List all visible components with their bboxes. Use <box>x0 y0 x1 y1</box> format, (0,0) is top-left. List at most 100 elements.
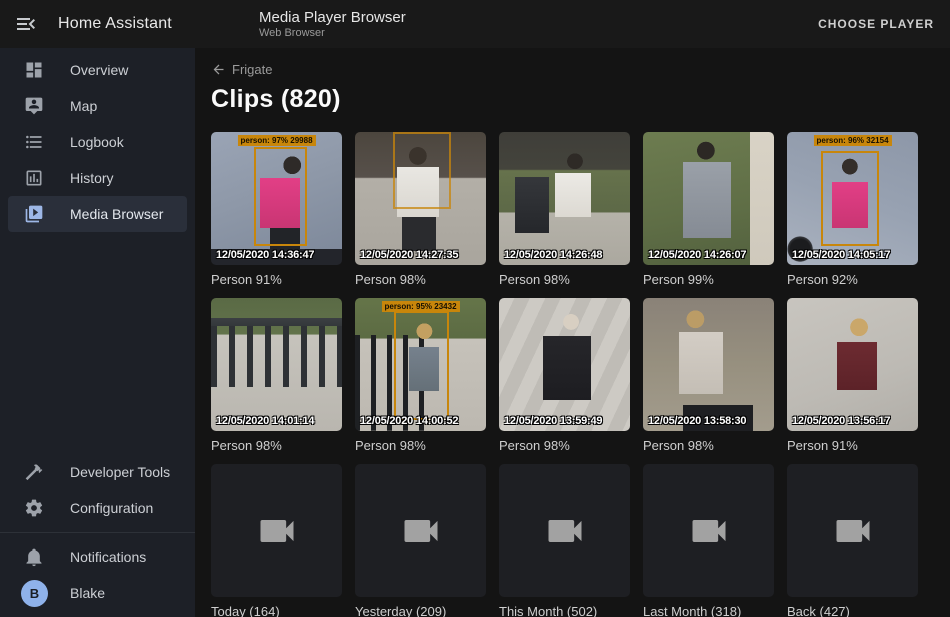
sidebar-item-media-browser[interactable]: Media Browser <box>8 196 187 232</box>
clip-timestamp: 12/05/2020 13:56:17 <box>792 415 890 427</box>
clip-label: Person 92% <box>787 272 918 287</box>
folder-label: Back (427) <box>787 604 918 617</box>
folder-thumbnail[interactable] <box>499 464 630 597</box>
clip-label: Person 98% <box>355 438 486 453</box>
clip-thumbnail[interactable]: 12/05/2020 13:56:17 <box>787 298 918 431</box>
clip-item[interactable]: 12/05/2020 14:27:35 Person 98% <box>355 132 486 287</box>
clip-timestamp: 12/05/2020 13:59:49 <box>504 415 602 427</box>
sidebar-item-user-profile[interactable]: B Blake <box>8 575 187 611</box>
clip-item[interactable]: 12/05/2020 14:01:14 Person 98% <box>211 298 342 453</box>
clip-thumbnail[interactable]: 12/05/2020 14:27:35 <box>355 132 486 265</box>
folder-item-last-month[interactable]: Last Month (318) <box>643 464 774 617</box>
sidebar-item-label: Overview <box>70 62 128 78</box>
clip-timestamp: 12/05/2020 14:01:14 <box>216 415 314 427</box>
clip-label: Person 99% <box>643 272 774 287</box>
clip-thumbnail[interactable]: person: 97% 29988 12/05/2020 14:36:47 <box>211 132 342 265</box>
page-title-block: Media Player Browser Web Browser <box>259 9 406 40</box>
detection-box <box>394 311 449 420</box>
clip-thumbnail[interactable]: 12/05/2020 13:58:30 <box>643 298 774 431</box>
clip-label: Person 98% <box>499 438 630 453</box>
clip-thumbnail[interactable]: 12/05/2020 13:59:49 <box>499 298 630 431</box>
sidebar-header: Home Assistant <box>0 12 195 36</box>
list-bulleted-icon <box>24 132 44 152</box>
video-camera-icon <box>399 509 443 553</box>
sidebar-item-map[interactable]: Map <box>8 88 187 124</box>
sidebar-item-configuration[interactable]: Configuration <box>8 490 187 526</box>
play-box-multiple-icon <box>24 204 44 224</box>
video-camera-icon <box>831 509 875 553</box>
back-arrow-icon <box>211 62 226 77</box>
detection-box <box>393 132 451 209</box>
folder-thumbnail[interactable] <box>643 464 774 597</box>
folder-item-today[interactable]: Today (164) <box>211 464 342 617</box>
clip-thumbnail[interactable]: 12/05/2020 14:01:14 <box>211 298 342 431</box>
folder-item-this-month[interactable]: This Month (502) <box>499 464 630 617</box>
folder-label: Yesterday (209) <box>355 604 486 617</box>
clip-item[interactable]: 12/05/2020 13:56:17 Person 91% <box>787 298 918 453</box>
clip-label: Person 91% <box>787 438 918 453</box>
clip-thumbnail[interactable]: person: 95% 23432 12/05/2020 14:00:52 <box>355 298 486 431</box>
clip-label: Person 98% <box>643 438 774 453</box>
clips-grid: person: 97% 29988 12/05/2020 14:36:47 Pe… <box>211 132 934 617</box>
folder-thumbnail[interactable] <box>355 464 486 597</box>
folder-thumbnail[interactable] <box>787 464 918 597</box>
back-to-frigate-button[interactable]: Frigate <box>211 62 934 77</box>
choose-player-button[interactable]: CHOOSE PLAYER <box>818 0 934 48</box>
clip-item[interactable]: 12/05/2020 13:59:49 Person 98% <box>499 298 630 453</box>
sidebar-divider <box>0 532 195 533</box>
detection-label: person: 96% 32154 <box>813 135 891 146</box>
clip-label: Person 91% <box>211 272 342 287</box>
clip-thumbnail[interactable]: 12/05/2020 14:26:07 <box>643 132 774 265</box>
folder-label: Last Month (318) <box>643 604 774 617</box>
page-heading: Clips (820) <box>211 85 934 114</box>
folder-item-yesterday[interactable]: Yesterday (209) <box>355 464 486 617</box>
sidebar-item-label: Map <box>70 98 97 114</box>
clip-item[interactable]: person: 97% 29988 12/05/2020 14:36:47 Pe… <box>211 132 342 287</box>
clip-timestamp: 12/05/2020 14:26:48 <box>504 249 602 261</box>
sidebar-spacer <box>0 232 195 454</box>
clip-label: Person 98% <box>211 438 342 453</box>
chart-box-icon <box>24 168 44 188</box>
video-camera-icon <box>543 509 587 553</box>
clip-timestamp: 12/05/2020 14:27:35 <box>360 249 458 261</box>
detection-box <box>254 147 306 247</box>
clip-timestamp: 12/05/2020 14:00:52 <box>360 415 458 427</box>
hammer-icon <box>24 462 44 482</box>
clip-timestamp: 12/05/2020 14:05:17 <box>792 249 890 261</box>
page-subtitle: Web Browser <box>259 27 406 40</box>
clip-thumbnail[interactable]: person: 96% 32154 12/05/2020 14:05:17 <box>787 132 918 265</box>
detection-label: person: 95% 23432 <box>381 301 459 312</box>
folder-label: This Month (502) <box>499 604 630 617</box>
map-tooltip-account-icon <box>24 96 44 116</box>
app-title: Home Assistant <box>58 15 172 33</box>
clip-item[interactable]: 12/05/2020 14:26:48 Person 98% <box>499 132 630 287</box>
sidebar-item-developer-tools[interactable]: Developer Tools <box>8 454 187 490</box>
folder-label: Today (164) <box>211 604 342 617</box>
sidebar-item-history[interactable]: History <box>8 160 187 196</box>
clip-timestamp: 12/05/2020 14:26:07 <box>648 249 746 261</box>
top-bar: Home Assistant Media Player Browser Web … <box>0 0 950 48</box>
folder-item-back[interactable]: Back (427) <box>787 464 918 617</box>
detection-box <box>821 151 879 247</box>
clip-item[interactable]: person: 95% 23432 12/05/2020 14:00:52 Pe… <box>355 298 486 453</box>
sidebar-item-overview[interactable]: Overview <box>8 52 187 88</box>
clip-item[interactable]: person: 96% 32154 12/05/2020 14:05:17 Pe… <box>787 132 918 287</box>
bell-icon <box>24 547 44 567</box>
folder-thumbnail[interactable] <box>211 464 342 597</box>
clip-timestamp: 12/05/2020 14:36:47 <box>216 249 314 261</box>
menu-open-icon[interactable] <box>14 12 38 36</box>
sidebar-item-label: Media Browser <box>70 206 163 222</box>
sidebar-item-label: Developer Tools <box>70 464 170 480</box>
clip-label: Person 98% <box>499 272 630 287</box>
detection-label: person: 97% 29988 <box>237 135 315 146</box>
sidebar-item-notifications[interactable]: Notifications <box>8 539 187 575</box>
clip-label: Person 98% <box>355 272 486 287</box>
clip-item[interactable]: 12/05/2020 14:26:07 Person 99% <box>643 132 774 287</box>
clip-item[interactable]: 12/05/2020 13:58:30 Person 98% <box>643 298 774 453</box>
clip-thumbnail[interactable]: 12/05/2020 14:26:48 <box>499 132 630 265</box>
sidebar-item-label: Logbook <box>70 134 124 150</box>
user-name: Blake <box>70 585 105 601</box>
sidebar-item-logbook[interactable]: Logbook <box>8 124 187 160</box>
media-browser-content: Frigate Clips (820) person: 97% 29988 12… <box>195 48 950 617</box>
avatar: B <box>21 580 48 607</box>
